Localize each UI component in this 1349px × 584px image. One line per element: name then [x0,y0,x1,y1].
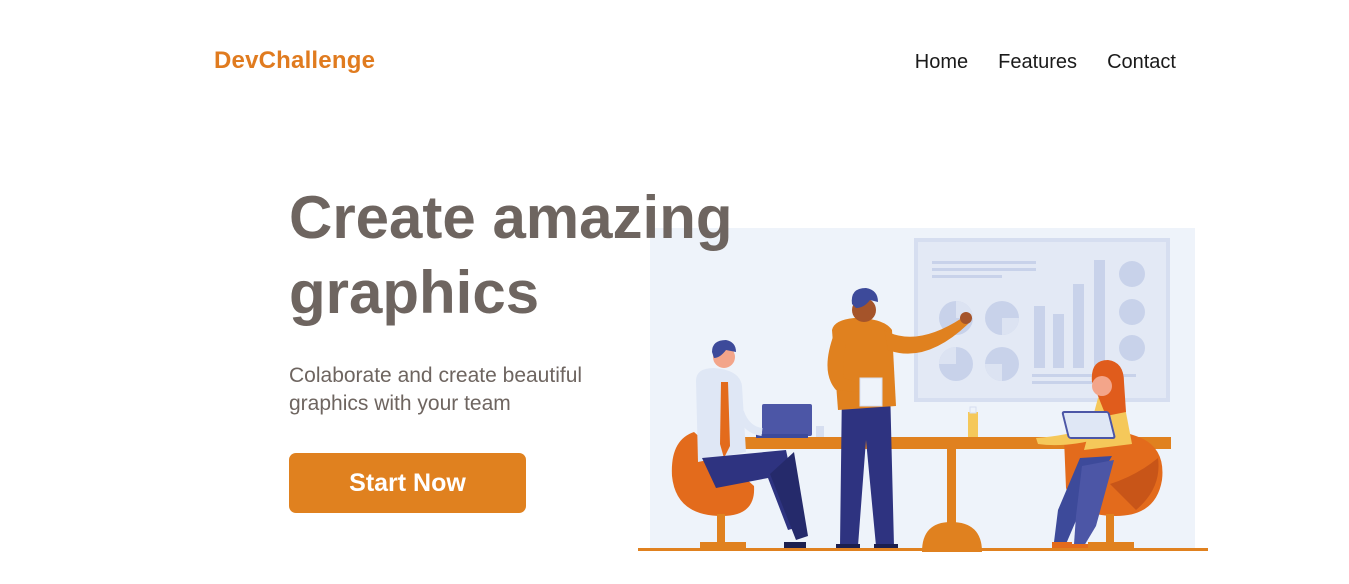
nav-link-contact[interactable]: Contact [1107,51,1176,74]
presentation-board [914,238,1170,402]
hero-title: Create amazing graphics [289,184,733,326]
hero-subtitle: Colaborate and create beautiful graphics… [289,364,583,415]
nav-link-features[interactable]: Features [998,51,1077,74]
cup-icon [816,426,824,437]
nav-link-home[interactable]: Home [915,51,968,74]
main-nav: Home Features Contact [885,51,1176,74]
bottle-icon [968,412,978,437]
site-logo[interactable]: DevChallenge [214,47,375,75]
floor-line [638,548,1208,551]
start-now-button[interactable]: Start Now [289,453,526,513]
